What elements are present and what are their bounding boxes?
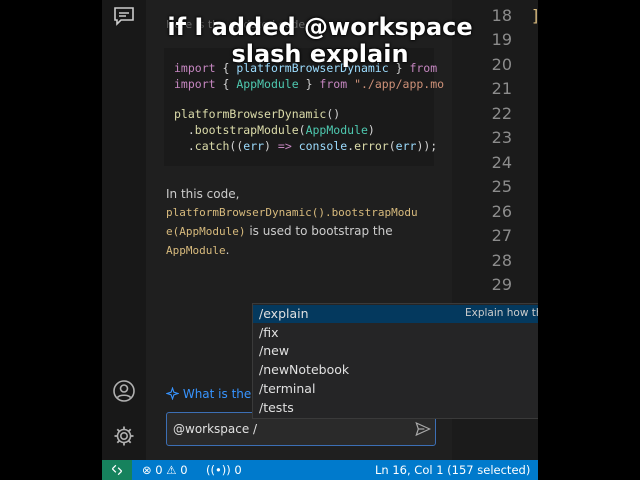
explanation-line: AppModule. [166,243,229,257]
line-number: 26 [491,202,512,221]
remote-icon [111,464,123,476]
code-line: platformBrowserDynamic() [174,107,341,121]
activity-bar [102,0,146,460]
line-number: 28 [491,251,512,270]
caption-line-1: if I added @workspace [167,13,473,41]
gear-icon[interactable] [112,424,136,448]
explanation-line: e(AppModule) is used to bootstrap the [166,224,393,238]
line-number: 24 [491,153,512,172]
warning-count: 0 [180,463,188,477]
line-number: 25 [491,177,512,196]
code-line: .catch((err) => console.error(err)); [174,139,438,153]
vscode-window: import { platformBrowserDynamic } from i… [102,0,538,480]
suggestion-newnotebook[interactable]: /newNotebook [253,361,538,379]
chat-input-value: @workspace / [173,422,258,436]
follow-up-text: What is the p [182,387,263,401]
code-line: .bootstrapModule(AppModule) [174,123,375,137]
suggestion-new[interactable]: /new [253,342,538,360]
suggestion-terminal[interactable]: /terminal [253,380,538,398]
suggestion-label: /tests [259,400,294,415]
code-line: import { AppModule } from "./app/app.mo [174,77,445,91]
suggestion-explain[interactable]: /explain Explain how the [253,305,538,323]
suggestion-label: /newNotebook [259,362,350,377]
account-icon[interactable] [112,379,136,403]
follow-up-hint[interactable]: What is the p [165,386,263,401]
suggestion-fix[interactable]: /fix [253,324,538,342]
suggestion-label: /terminal [259,381,316,396]
error-count: 0 [155,463,163,477]
line-number: 22 [491,104,512,123]
inline-code: e(AppModule) [166,225,246,238]
send-icon[interactable] [415,421,432,441]
warning-icon: ⚠ [166,463,177,477]
caption-overlay: if I added @workspace slash explain [102,14,538,68]
suggestion-label: /fix [259,325,279,340]
inline-code: platformBrowserDynamic().bootstrapModu [166,206,418,219]
line-number: 23 [491,128,512,147]
broadcast-icon: ((•)) [206,463,231,477]
ports-count: 0 [234,463,242,477]
line-number: 29 [491,275,512,294]
suggestion-detail: Explain how the [465,307,538,319]
suggestion-label: /new [259,343,290,358]
cursor-position[interactable]: Ln 16, Col 1 (157 selected) [375,463,530,477]
error-icon: ⊗ [142,463,152,477]
explanation-lead: In this code, [166,187,240,201]
status-bar: ⊗ 0 ⚠ 0 ((•)) 0 Ln 16, Col 1 (157 select… [102,460,538,480]
inline-code: AppModule [166,244,226,257]
slash-command-suggestions: /explain Explain how the /fix /new /newN… [252,303,538,419]
ports-indicator[interactable]: ((•)) 0 [206,463,242,477]
caption-line-2: slash explain [231,40,409,68]
explanation-text: is used to bootstrap the [249,224,393,238]
line-number: 21 [491,79,512,98]
line-number: 27 [491,226,512,245]
suggestion-label: /explain [259,306,309,321]
explanation-end: . [225,243,230,257]
sparkle-icon [165,386,180,401]
remote-indicator[interactable] [102,460,132,480]
suggestion-tests[interactable]: /tests [253,399,538,417]
problems-indicator[interactable]: ⊗ 0 ⚠ 0 [142,463,188,477]
